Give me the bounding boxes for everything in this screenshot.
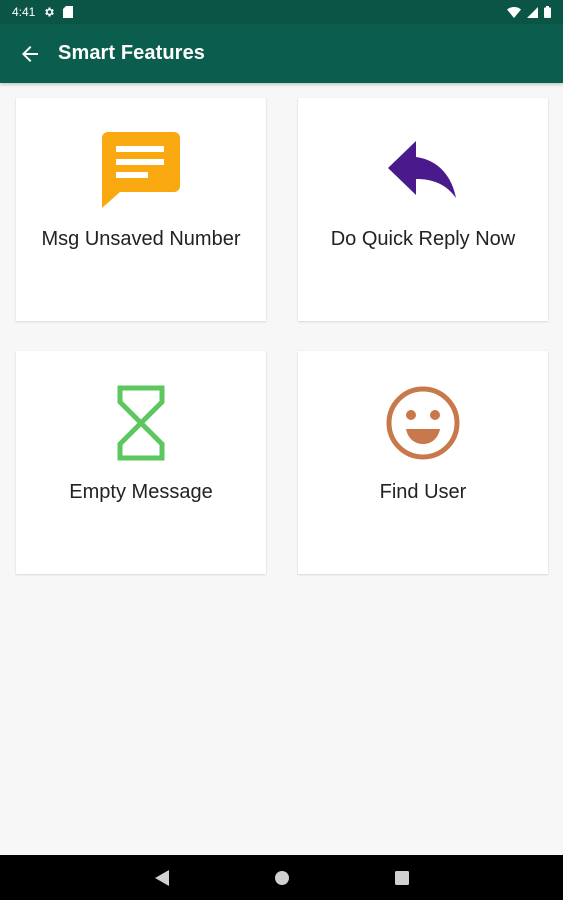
home-circle-icon	[274, 870, 289, 885]
page-title: Smart Features	[58, 42, 206, 64]
system-nav-bar	[0, 855, 563, 900]
status-right	[507, 6, 551, 18]
sd-card-icon	[63, 6, 74, 18]
smiley-face-icon	[378, 383, 468, 463]
message-icon	[96, 130, 186, 210]
feature-label: Empty Message	[69, 481, 213, 503]
signal-icon	[527, 6, 538, 18]
feature-label: Do Quick Reply Now	[330, 228, 516, 250]
feature-card-empty-message[interactable]: Empty Message	[16, 351, 266, 574]
back-button[interactable]	[16, 40, 44, 68]
feature-card-quick-reply[interactable]: Do Quick Reply Now	[298, 98, 548, 321]
reply-arrow-icon	[378, 130, 468, 210]
feature-label: Msg Unsaved Number	[41, 228, 241, 250]
recents-square-icon	[394, 870, 409, 885]
nav-recents-button[interactable]	[342, 855, 462, 900]
status-bar: 4:41	[0, 0, 563, 24]
status-time: 4:41	[12, 5, 36, 19]
feature-label: Find User	[379, 481, 467, 503]
nav-home-button[interactable]	[222, 855, 342, 900]
battery-icon	[544, 6, 551, 18]
arrow-back-icon	[22, 45, 38, 62]
wifi-icon	[507, 6, 521, 18]
settings-icon	[43, 6, 55, 18]
nav-back-button[interactable]	[102, 855, 222, 900]
back-triangle-icon	[154, 869, 169, 886]
app-bar: Smart Features	[0, 24, 563, 83]
features-grid: Msg Unsaved Number Do Quick Reply Now Em…	[16, 98, 548, 574]
feature-card-find-user[interactable]: Find User	[298, 351, 548, 574]
hourglass-icon	[96, 383, 186, 463]
status-left: 4:41	[12, 5, 74, 19]
feature-card-msg-unsaved-number[interactable]: Msg Unsaved Number	[16, 98, 266, 321]
